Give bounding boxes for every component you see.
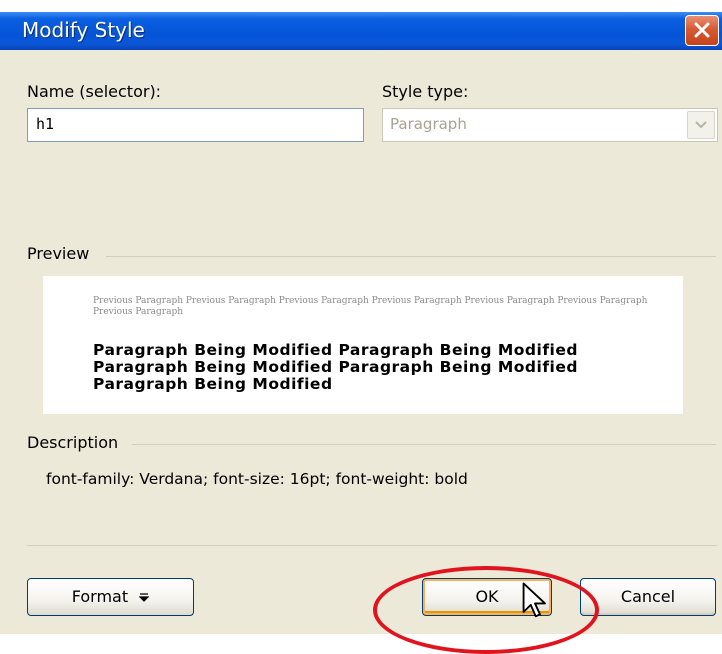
style-type-label: Style type:	[382, 82, 469, 101]
cancel-button-label: Cancel	[620, 587, 676, 606]
format-button-label: Format	[71, 587, 129, 606]
preview-panel: Previous Paragraph Previous Paragraph Pr…	[43, 276, 683, 414]
preview-divider	[106, 256, 716, 257]
button-area-divider	[27, 545, 717, 546]
style-type-select[interactable]: Paragraph	[382, 108, 718, 142]
cancel-button[interactable]: Cancel	[580, 578, 716, 616]
format-button[interactable]: Format	[27, 578, 194, 616]
modified-paragraph-sample: Paragraph Being Modified Paragraph Being…	[93, 341, 578, 393]
modify-style-dialog: Modify Style Name (selector): h1 Style t…	[0, 12, 722, 634]
window-title: Modify Style	[22, 18, 145, 42]
close-button[interactable]	[685, 15, 719, 46]
mouse-pointer-icon	[522, 582, 546, 618]
title-bar[interactable]: Modify Style	[0, 12, 722, 50]
style-type-dropdown-button[interactable]	[687, 111, 715, 139]
name-input[interactable]: h1	[27, 108, 364, 142]
previous-paragraph-sample: Previous Paragraph Previous Paragraph Pr…	[93, 296, 648, 317]
name-label: Name (selector):	[27, 82, 162, 101]
ok-button-label: OK	[475, 587, 499, 606]
description-text: font-family: Verdana; font-size: 16pt; f…	[46, 470, 468, 488]
preview-label: Preview	[27, 244, 90, 263]
menu-arrow-icon	[138, 593, 150, 602]
style-type-value: Paragraph	[390, 115, 467, 133]
description-label: Description	[27, 433, 119, 452]
chevron-down-icon	[695, 121, 707, 129]
close-icon	[694, 22, 710, 38]
description-divider	[132, 444, 716, 445]
